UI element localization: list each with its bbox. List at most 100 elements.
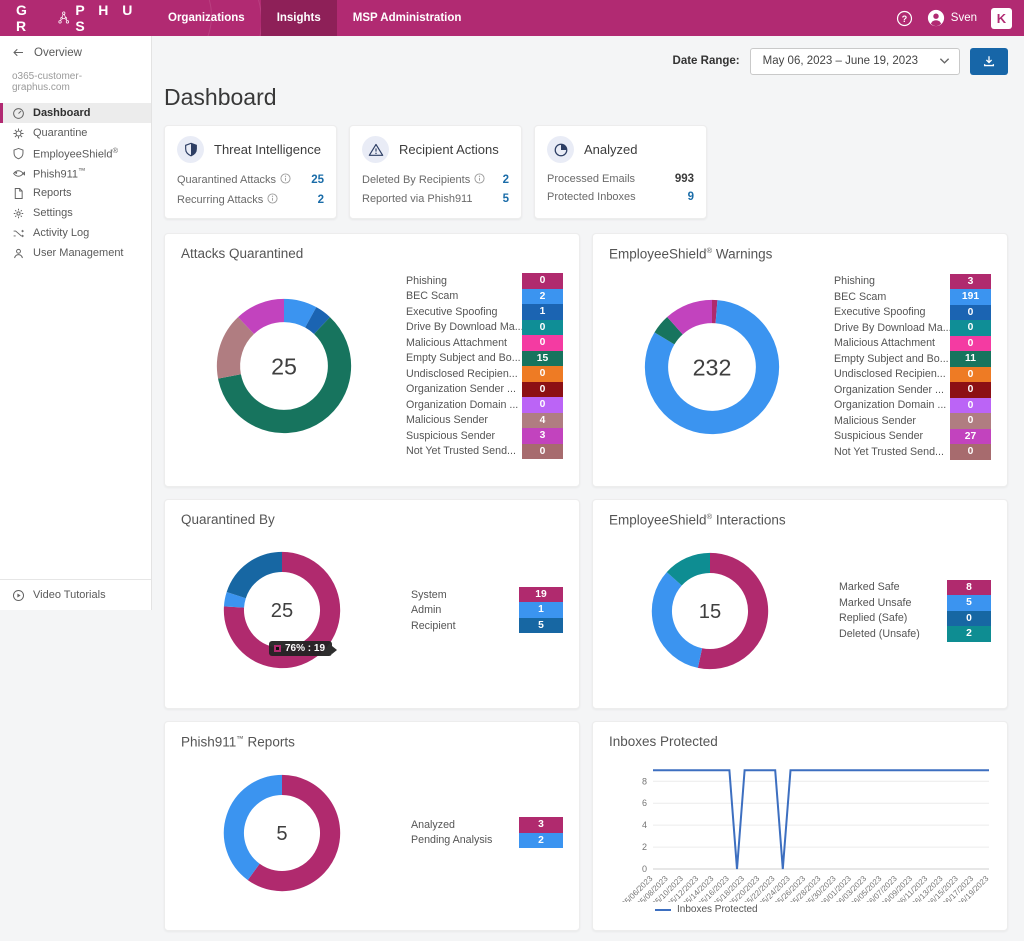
sidebar-item-employeeshield[interactable]: EmployeeShield® (0, 143, 151, 163)
line-series-inboxes-protected[interactable] (653, 770, 989, 869)
sidebar-item-dashboard[interactable]: Dashboard (0, 103, 151, 123)
sidebar-footer: Video Tutorials (0, 579, 151, 610)
info-icon[interactable] (474, 173, 485, 187)
legend-line-swatch (655, 909, 671, 911)
donut-chart[interactable]: 5 (217, 768, 347, 898)
user-name: Sven (951, 12, 977, 24)
chart-title: Quarantined By (181, 512, 563, 527)
tab-organizations[interactable]: Organizations (152, 0, 261, 36)
sidebar-item-user-management[interactable]: User Management (0, 243, 151, 263)
sidebar-item-quarantine[interactable]: Quarantine (0, 123, 151, 143)
legend-label: Organization Domain ... (834, 399, 950, 411)
sidebar-item-reports[interactable]: Reports (0, 183, 151, 203)
donut-slice-analyzed[interactable] (254, 784, 330, 880)
donut-slice-pending-analysis[interactable] (234, 784, 282, 871)
legend-label: BEC Scam (834, 291, 950, 303)
tab-msp-administration[interactable]: MSP Administration (337, 0, 478, 36)
sidebar-footer-label: Video Tutorials (33, 589, 106, 601)
info-icon[interactable] (280, 173, 291, 187)
chevron-down-icon[interactable] (930, 57, 959, 65)
legend-value-chip: 15 (522, 351, 563, 367)
download-button[interactable] (970, 48, 1008, 75)
sidebar-back-overview[interactable]: Overview (0, 36, 151, 67)
legend-label: Not Yet Trusted Send... (406, 445, 522, 457)
donut-slice-recipient[interactable] (236, 562, 282, 595)
donut-slice-suspicious-sender[interactable] (246, 311, 284, 326)
legend-value-chip: 27 (950, 429, 991, 445)
phish-icon (12, 167, 25, 180)
donut-slice-marked-unsafe[interactable] (662, 578, 700, 657)
summary-row-label: Recurring Attacks (177, 193, 278, 207)
chart-title-rest: Warnings (712, 247, 772, 262)
donut-chart[interactable]: 15 (645, 546, 775, 676)
legend-item: Admin1 (411, 602, 563, 618)
y-tick-label: 0 (642, 864, 647, 874)
quarantined-by-card: Quarantined By2576% : 19System19Admin1Re… (164, 499, 580, 709)
legend-label: Drive By Download Ma... (406, 321, 522, 333)
legend-label: Not Yet Trusted Send... (834, 446, 950, 458)
legend-label: Organization Sender ... (834, 384, 950, 396)
topbar-spacer (477, 0, 895, 36)
legend-value-chip: 2 (947, 626, 991, 642)
legend-item: Recipient5 (411, 618, 563, 634)
donut-slice-bec-scam[interactable] (284, 311, 311, 318)
help-icon[interactable]: ? (896, 10, 913, 27)
legend-value-chip: 1 (519, 602, 563, 618)
legend-label: Marked Safe (839, 581, 947, 593)
summary-row-processed-emails: Processed Emails993 (547, 170, 694, 188)
chart-title: EmployeeShield® Interactions (609, 512, 991, 528)
legend-label: Empty Subject and Bo... (834, 353, 950, 365)
donut-slice-deleted-unsafe[interactable] (674, 562, 710, 578)
legend-label: Empty Subject and Bo... (406, 352, 522, 364)
chart-title: Attacks Quarantined (181, 246, 563, 261)
phish911-reports-card: Phish911™ Reports5Analyzed3Pending Analy… (164, 721, 580, 931)
sidebar-item-settings[interactable]: Settings (0, 203, 151, 223)
donut-slice-admin[interactable] (234, 595, 236, 607)
donut-center-total: 15 (699, 601, 721, 623)
legend-value-chip: 5 (519, 618, 563, 634)
legend-item: Malicious Attachment0 (406, 335, 563, 351)
legend-label: Malicious Sender (834, 415, 950, 427)
tab-insights[interactable]: Insights (261, 0, 337, 36)
graphus-logo: G R P H U S (0, 0, 152, 36)
svg-text:?: ? (902, 13, 907, 23)
employeeshield-warnings-card: EmployeeShield® Warnings232Phishing3BEC … (592, 233, 1008, 487)
donut-slice-executive-spoofing[interactable] (311, 317, 322, 325)
user-menu[interactable]: Sven (927, 9, 977, 27)
sidebar-item-activity-log[interactable]: Activity Log (0, 223, 151, 243)
legend-value-chip: 4 (522, 413, 563, 429)
legend-value-chip: 0 (522, 397, 563, 413)
warning-triangle-icon (362, 136, 389, 163)
sidebar-item-video-tutorials[interactable]: Video Tutorials (0, 580, 151, 610)
legend-label: System (411, 589, 519, 601)
legend-label: Inboxes Protected (677, 904, 758, 915)
donut-slice-empty-subject-and-bo[interactable] (664, 325, 674, 338)
donut-chart[interactable]: 232 (637, 292, 787, 442)
donut-slice-suspicious-sender[interactable] (675, 311, 712, 325)
donut-chart-wrap: 15 (645, 546, 775, 676)
summary-row-value: 9 (688, 191, 694, 203)
legend-value-chip: 0 (950, 398, 991, 414)
donut-chart[interactable]: 25 (209, 291, 359, 441)
summary-row-quarantined-attacks: Quarantined Attacks25 (177, 170, 324, 190)
sidebar-item-label: Reports (33, 187, 72, 199)
donut-slice-malicious-sender[interactable] (228, 326, 246, 377)
sidebar-item-phish911[interactable]: Phish911™ (0, 163, 151, 183)
donut-center-total: 25 (271, 600, 293, 622)
y-tick-label: 6 (642, 798, 647, 808)
legend-item: BEC Scam191 (834, 289, 991, 305)
summary-row-label-text: Processed Emails (547, 173, 635, 185)
legend-value-chip: 3 (522, 428, 563, 444)
legend-item: Executive Spoofing1 (406, 304, 563, 320)
date-range-input[interactable]: May 06, 2023 – June 19, 2023 (750, 48, 960, 75)
legend-item: Executive Spoofing0 (834, 305, 991, 321)
info-icon[interactable] (267, 193, 278, 207)
chart-title-text: Quarantined By (181, 512, 275, 527)
chart-legend: Analyzed3Pending Analysis2 (411, 817, 563, 848)
legend-label: Malicious Attachment (834, 337, 950, 349)
sidebar-item-label: Activity Log (33, 227, 89, 239)
summary-card-title: Analyzed (584, 142, 637, 157)
legend-value-chip: 11 (950, 351, 991, 367)
donut-center-total: 25 (271, 353, 297, 379)
line-chart[interactable]: 0246805/06/202305/08/202305/10/202305/12… (615, 757, 997, 902)
